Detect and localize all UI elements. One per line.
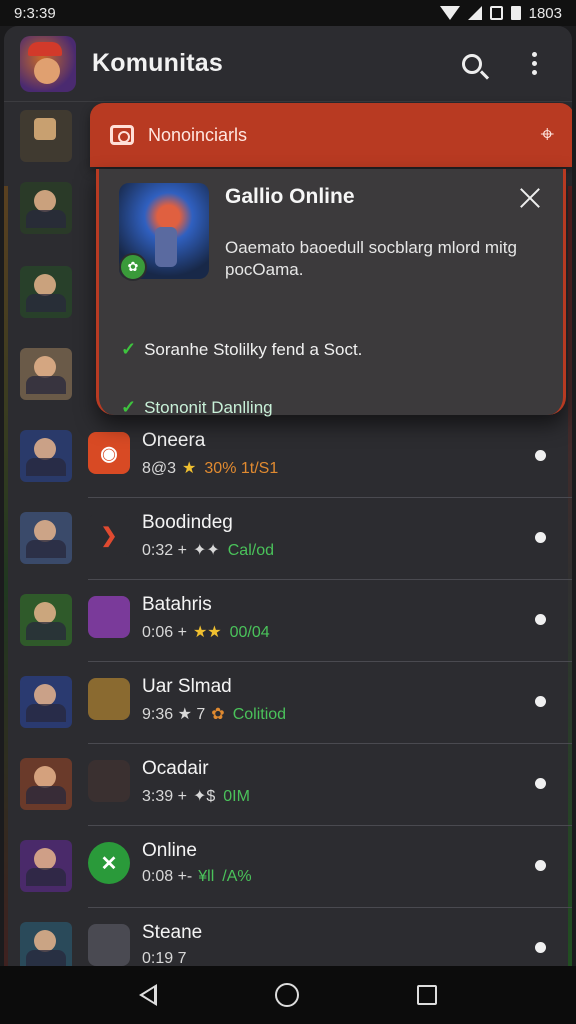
status-icons: 1803 (439, 4, 562, 22)
check-label: Stononit Danlling (144, 397, 273, 417)
row-dot-indicator[interactable] (535, 532, 546, 543)
row-title: Online (142, 840, 197, 861)
row-dot-indicator[interactable] (535, 614, 546, 625)
crosshair-icon[interactable]: ⌖ (540, 121, 554, 149)
row-meta: 9:36 ★ 7 ✿ Colitiod (142, 706, 287, 723)
status-time: 9:3:39 (14, 4, 56, 22)
row-app-icon (88, 760, 130, 802)
row-meta: 0:08 +- ¥ll/A% (142, 868, 252, 885)
card-description: Oaemato baoedull socblarg mlord mitg poc… (225, 238, 517, 279)
game-info-card: ✿ Gallio Online Oaemato baoedull socblar… (96, 169, 566, 418)
row-meta: 3:39 + ✦$ 0IM (142, 788, 250, 805)
row-app-icon: ◉ (88, 432, 130, 474)
recents-icon[interactable] (417, 985, 437, 1005)
app-window: Komunitas ◉ Oneera 8@3 ★ 30% 1t/S1 ❯ Boodi… (4, 26, 572, 966)
signal-icon (467, 6, 482, 20)
list-item[interactable]: Steane 0:19 7 (4, 908, 572, 966)
wifi-icon (439, 6, 460, 20)
row-app-icon (88, 678, 130, 720)
row-title: Uar Slmad (142, 676, 232, 697)
rail-thumb-2[interactable] (20, 266, 72, 318)
page-title: Komunitas (92, 49, 223, 77)
list-item[interactable]: ❯ Boodindeg 0:32 + ✦✦ Cal/od (4, 498, 572, 580)
rail-thumb-1[interactable] (20, 182, 72, 234)
row-title: Ocadair (142, 758, 209, 779)
list-item[interactable]: ◉ Oneera 8@3 ★ 30% 1t/S1 (4, 416, 572, 498)
system-nav-bar (0, 966, 576, 1024)
row-app-icon (88, 596, 130, 638)
sim-icon (489, 6, 503, 20)
row-meta: 8@3 ★ 30% 1t/S1 (142, 460, 279, 477)
list-item[interactable]: Uar Slmad 9:36 ★ 7 ✿ Colitiod (4, 662, 572, 744)
row-title: Oneera (142, 430, 206, 451)
list-item[interactable]: ✕ Online 0:08 +- ¥ll/A% (4, 826, 572, 908)
row-app-icon (88, 924, 130, 966)
row-meta: 0:06 + ★★ 00/04 (142, 624, 270, 641)
online-badge-icon: ✿ (119, 253, 147, 281)
check-icon: ✓ (121, 339, 137, 359)
more-options-button[interactable] (512, 42, 556, 86)
home-icon[interactable] (275, 983, 299, 1007)
row-title: Steane (142, 922, 203, 943)
row-dot-indicator[interactable] (535, 778, 546, 789)
rail-thumb-3[interactable] (20, 348, 72, 400)
battery-text: 1803 (528, 4, 562, 22)
more-vert-icon (531, 52, 537, 75)
camera-icon (110, 125, 134, 145)
row-dot-indicator[interactable] (535, 942, 546, 953)
rail-thumb-home[interactable] (20, 110, 72, 162)
close-button[interactable] (515, 183, 545, 213)
row-dot-indicator[interactable] (535, 696, 546, 707)
feature-check-item: ✓ Stononit Danlling (121, 397, 273, 418)
check-icon: ✓ (121, 397, 137, 417)
check-label: Soranhe Stolilky fend a Soct. (144, 339, 363, 359)
row-dot-indicator[interactable] (535, 450, 546, 461)
app-logo (20, 35, 76, 92)
search-icon (462, 53, 482, 74)
app-bar: Komunitas (4, 26, 572, 102)
row-title: Batahris (142, 594, 212, 615)
battery-icon (510, 6, 521, 20)
search-button[interactable] (450, 42, 494, 86)
row-meta: 0:32 + ✦✦ Cal/od (142, 542, 274, 559)
row-app-icon: ✕ (88, 842, 130, 884)
notification-panel-header[interactable]: Nonoinciarls ⌖ (90, 103, 572, 167)
row-title: Boodindeg (142, 512, 233, 533)
row-meta: 0:19 7 (142, 950, 187, 966)
panel-header-label: Nonoinciarls (148, 124, 248, 145)
list-item[interactable]: Ocadair 3:39 + ✦$ 0IM (4, 744, 572, 826)
row-app-icon: ❯ (88, 514, 130, 556)
feature-check-item: ✓ Soranhe Stolilky fend a Soct. (121, 339, 362, 360)
list-item[interactable]: Batahris 0:06 + ★★ 00/04 (4, 580, 572, 662)
status-bar: 9:3:39 1803 (0, 0, 576, 26)
back-icon[interactable] (139, 984, 157, 1006)
card-title: Gallio Online (225, 185, 355, 208)
row-dot-indicator[interactable] (535, 860, 546, 871)
